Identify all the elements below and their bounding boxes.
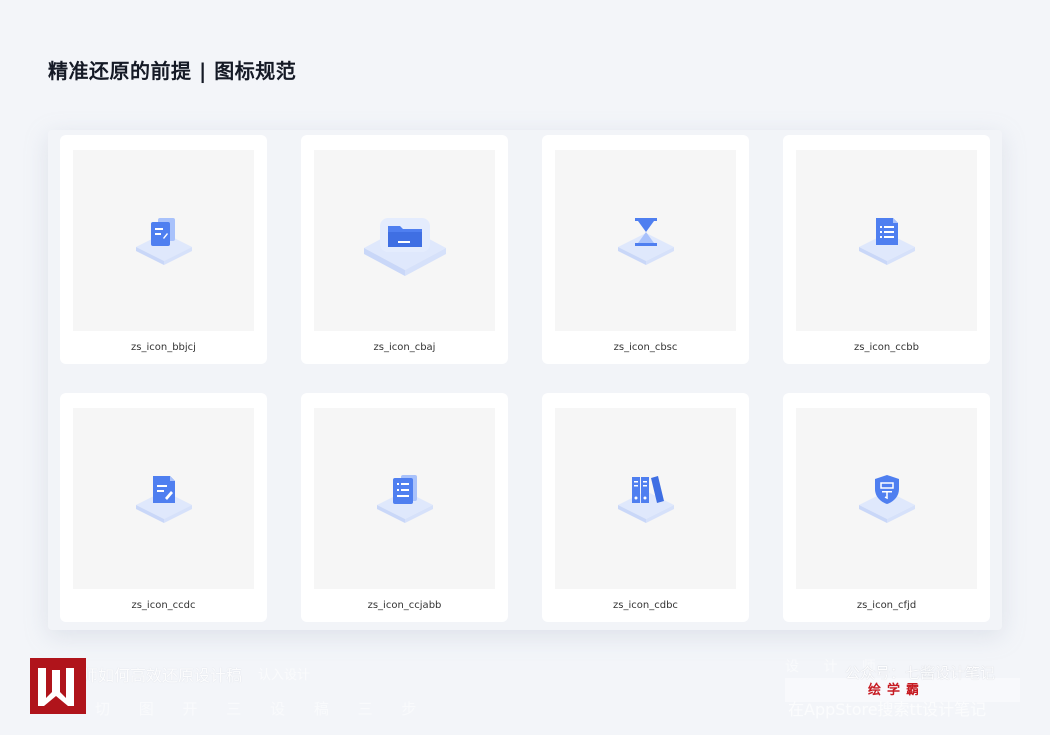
penalty-shield-icon xyxy=(858,474,915,523)
icon-preview xyxy=(555,150,736,331)
icon-preview xyxy=(796,150,977,331)
brand-logo xyxy=(30,658,86,714)
document-sign-icon xyxy=(135,475,192,523)
document-list-icon xyxy=(858,217,915,265)
icon-card[interactable]: zs_icon_ccjabb xyxy=(301,393,508,622)
brand-label: 绘学霸 xyxy=(868,683,926,698)
icon-preview xyxy=(314,408,495,589)
icon-preview xyxy=(73,150,254,331)
checklist-document-icon xyxy=(376,474,433,523)
page-title: 精准还原的前提 | 图标规范 xyxy=(48,59,297,83)
w-logo-icon xyxy=(38,668,74,706)
icon-preview xyxy=(73,408,254,589)
icon-filename: zs_icon_cbsc xyxy=(613,342,678,353)
icon-preview xyxy=(314,150,495,331)
watermark-text: 认入设计 xyxy=(258,668,311,683)
icon-filename: zs_icon_ccbb xyxy=(854,342,919,353)
watermark-text: 切 图 开 三 设 稿 三 步 xyxy=(95,700,429,718)
icon-card[interactable]: zs_icon_ccdc xyxy=(60,393,267,622)
icon-preview xyxy=(796,408,977,589)
icon-card[interactable]: zs_icon_cdbc xyxy=(542,393,749,622)
icon-card[interactable]: zs_icon_ccbb xyxy=(783,135,990,364)
watermark-text: 在AppStore搜索tt设计笔记 xyxy=(788,700,987,719)
icon-filename: zs_icon_ccdc xyxy=(131,600,196,611)
icon-filename: zs_icon_ccjabb xyxy=(367,600,442,611)
icon-card[interactable]: zs_icon_bbjcj xyxy=(60,135,267,364)
icon-grid-panel: zs_icon_bbjcj zs_icon_cbaj zs_icon_cbsc … xyxy=(48,130,1002,630)
icon-filename: zs_icon_cdbc xyxy=(613,600,678,611)
icon-filename: zs_icon_cfjd xyxy=(856,600,917,611)
document-edit-icon xyxy=(135,217,192,265)
folder-icon xyxy=(363,217,446,276)
icon-card[interactable]: zs_icon_cbsc xyxy=(542,135,749,364)
icon-filename: zs_icon_bbjcj xyxy=(131,342,196,353)
hourglass-icon xyxy=(617,217,674,265)
icon-preview xyxy=(555,408,736,589)
watermark-text: 师如何高效还原设计稿 xyxy=(82,666,243,685)
icon-card[interactable]: zs_icon_cbaj xyxy=(301,135,508,364)
binders-icon xyxy=(617,475,674,523)
icon-card[interactable]: zs_icon_cfjd xyxy=(783,393,990,622)
icon-filename: zs_icon_cbaj xyxy=(373,342,436,353)
